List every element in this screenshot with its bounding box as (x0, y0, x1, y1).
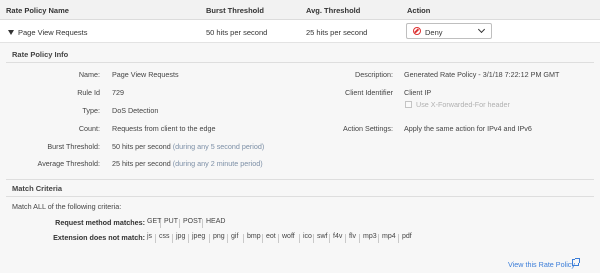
external-link-icon[interactable] (572, 258, 580, 266)
type-label: Type: (82, 106, 100, 115)
extension-token-0: js (147, 233, 153, 240)
count-value: Requests from client to the edge (112, 124, 216, 133)
table-header: Rate Policy Name Burst Threshold Avg. Th… (0, 0, 600, 20)
token-separator (278, 233, 279, 243)
burst-note: (during any 5 second period) (172, 142, 265, 151)
client-identifier-value: Client IP (404, 88, 432, 97)
type-value: DoS Detection (112, 106, 159, 115)
col-rate-policy-name[interactable]: Rate Policy Name (6, 6, 69, 15)
extension-token-2: jpg (176, 233, 186, 240)
ruleid-value: 729 (112, 88, 124, 97)
extension-token-11: f4v (333, 233, 343, 240)
chevron-down-icon (477, 25, 486, 34)
name-value: Page View Requests (112, 70, 179, 79)
col-avg-threshold[interactable]: Avg. Threshold (306, 6, 360, 15)
extension-token-6: bmp (247, 233, 261, 240)
extension-token-12: flv (349, 233, 356, 240)
token-separator (329, 233, 330, 243)
action-select[interactable]: Deny (406, 23, 492, 39)
description-value: Generated Rate Policy - 3/1/18 7:22:12 P… (404, 70, 560, 79)
extension-token-14: mp4 (382, 233, 396, 240)
description-label: Description: (355, 70, 393, 79)
burst-value: 50 hits per second (112, 142, 171, 151)
avg-value-row: 25 hits per second (during any 2 minute … (112, 159, 263, 168)
action-select-value: Deny (425, 28, 443, 37)
token-separator (299, 233, 300, 243)
policy-avg: 25 hits per second (306, 28, 368, 37)
extension-token-1: css (159, 233, 170, 240)
token-separator (345, 233, 346, 243)
col-action[interactable]: Action (407, 6, 430, 15)
token-separator (172, 233, 173, 243)
token-separator (378, 233, 379, 243)
divider (6, 196, 594, 197)
deny-icon (413, 27, 421, 35)
extension-token-9: ico (303, 233, 312, 240)
token-separator (202, 218, 203, 228)
token-separator (227, 233, 228, 243)
method-token-3: HEAD (206, 218, 226, 225)
divider (6, 62, 594, 63)
action-settings-label: Action Settings: (343, 124, 393, 133)
policy-burst: 50 hits per second (206, 28, 268, 37)
token-separator (155, 233, 156, 243)
token-separator (179, 218, 180, 228)
avg-value: 25 hits per second (112, 159, 171, 168)
rate-policy-info-title: Rate Policy Info (12, 50, 69, 59)
extension-token-13: mp3 (363, 233, 377, 240)
extension-token-5: gif (231, 233, 239, 240)
extensions-label: Extension does not match: (53, 233, 145, 242)
extension-token-8: woff (282, 233, 295, 240)
xff-label: Use X-Forwarded-For header (416, 100, 510, 109)
policy-name: Page View Requests (18, 28, 88, 37)
client-identifier-label: Client Identifier (345, 88, 393, 97)
divider (6, 179, 594, 180)
extension-token-15: pdf (402, 233, 412, 240)
extension-token-7: eot (266, 233, 276, 240)
xff-checkbox[interactable] (405, 101, 412, 108)
view-rate-policy-link[interactable]: View this Rate Policy (508, 260, 575, 269)
match-criteria-title: Match Criteria (12, 184, 63, 193)
token-separator (262, 233, 263, 243)
policy-row[interactable]: Page View Requests 50 hits per second 25… (0, 20, 600, 43)
ruleid-label: Rule Id (77, 88, 100, 97)
name-label: Name: (78, 70, 100, 79)
col-burst-threshold[interactable]: Burst Threshold (206, 6, 264, 15)
token-separator (188, 233, 189, 243)
token-separator (359, 233, 360, 243)
avg-label: Average Threshold: (37, 159, 100, 168)
token-separator (160, 218, 161, 228)
methods-label: Request method matches: (55, 218, 145, 227)
method-token-2: POST (183, 218, 203, 225)
method-token-1: PUT (164, 218, 178, 225)
avg-note: (during any 2 minute period) (172, 159, 263, 168)
count-label: Count: (78, 124, 100, 133)
burst-value-row: 50 hits per second (during any 5 second … (112, 142, 264, 151)
action-settings-value: Apply the same action for IPv4 and IPv6 (404, 124, 532, 133)
token-separator (398, 233, 399, 243)
extension-token-3: jpeg (192, 233, 206, 240)
match-intro: Match ALL of the following criteria: (12, 202, 122, 211)
extension-token-4: png (213, 233, 225, 240)
token-separator (243, 233, 244, 243)
token-separator (313, 233, 314, 243)
expand-caret-icon[interactable] (8, 30, 14, 35)
burst-label: Burst Threshold: (47, 142, 100, 151)
token-separator (209, 233, 210, 243)
policy-name-cell[interactable]: Page View Requests (8, 28, 88, 37)
extension-token-10: swf (317, 233, 328, 240)
